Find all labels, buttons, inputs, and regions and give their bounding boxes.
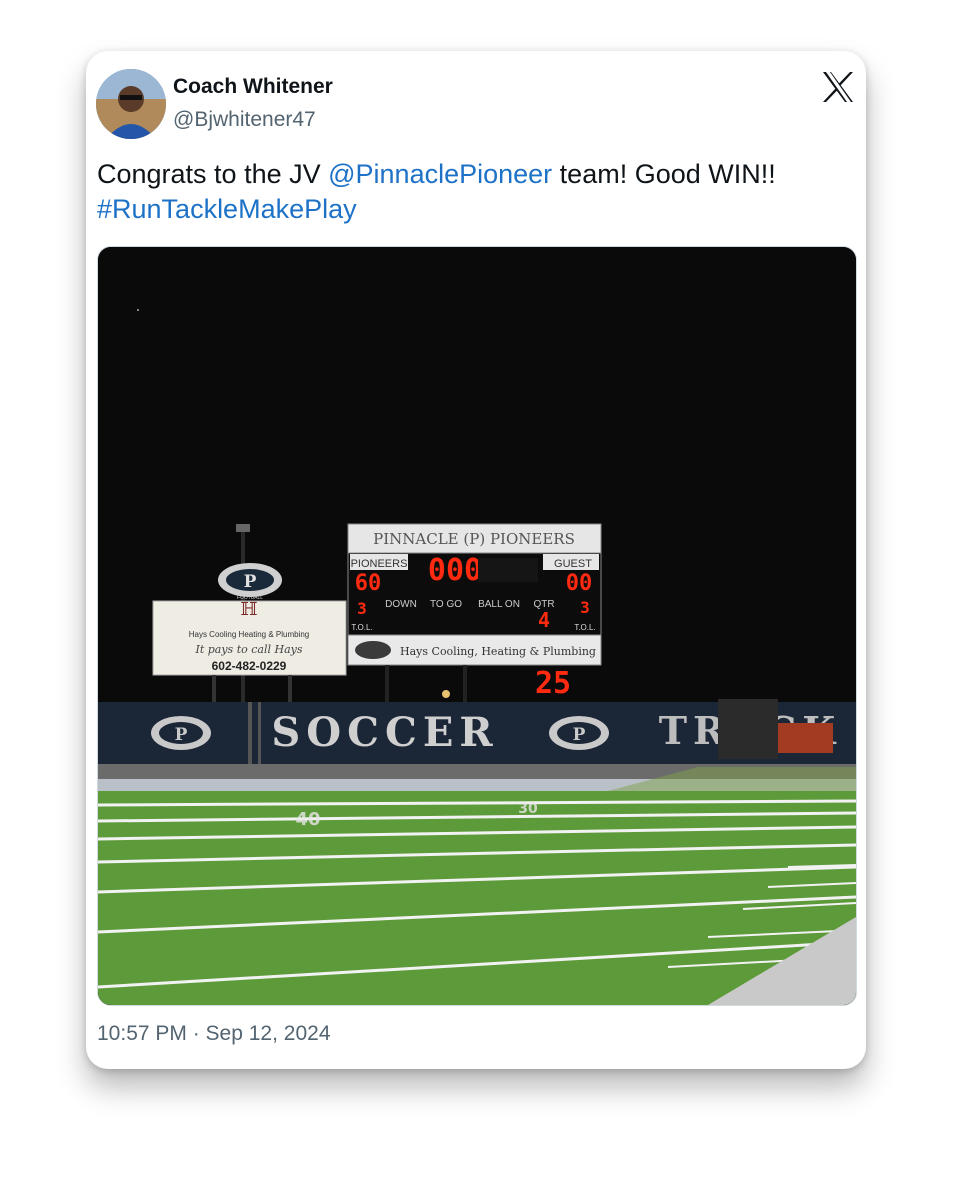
guest-score: 00 xyxy=(566,571,593,596)
wall-left-word: SOCCER xyxy=(271,709,498,756)
tweet-text: Congrats to the JV @PinnaclePioneer team… xyxy=(97,157,857,227)
sign-slogan: It pays to call Hays xyxy=(194,643,302,656)
scoreboard-sponsor: Hays Cooling, Heating & Plumbing xyxy=(400,645,596,658)
play-clock: 25 xyxy=(535,666,571,701)
down-label: DOWN xyxy=(385,599,417,610)
svg-text:40: 40 xyxy=(295,809,320,830)
sign-phone: 602-482-0229 xyxy=(212,659,287,673)
sign-company: Hays Cooling Heating & Plumbing xyxy=(189,630,310,639)
tweet-text-part: team! Good WIN!! xyxy=(552,159,776,189)
tweet-timestamp[interactable]: 10:57 PM · Sep 12, 2024 xyxy=(97,1022,331,1046)
guest-label: GUEST xyxy=(554,558,592,570)
guest-tol-label: T.O.L. xyxy=(574,623,595,632)
tweet-text-part: Congrats to the JV xyxy=(97,159,329,189)
tweet-photo[interactable]: P FOOTBALL ℍ Hays Cooling Heating & Plum… xyxy=(97,246,857,1006)
home-score: 60 xyxy=(355,571,382,596)
svg-text:ℍ: ℍ xyxy=(240,599,257,620)
x-logo-icon[interactable] xyxy=(820,69,856,105)
home-label: PIONEERS xyxy=(351,558,408,570)
mention-link[interactable]: @PinnaclePioneer xyxy=(328,159,552,189)
hashtag-link[interactable]: #RunTackleMakePlay xyxy=(97,194,357,224)
logo-letter: P xyxy=(244,572,257,592)
author-name[interactable]: Coach Whitener xyxy=(173,75,333,99)
home-tol-label: T.O.L. xyxy=(351,623,372,632)
svg-text:30: 30 xyxy=(518,801,538,817)
tweet-card: Coach Whitener @Bjwhitener47 Congrats to… xyxy=(86,51,866,1069)
avatar[interactable] xyxy=(96,69,166,139)
svg-text:P: P xyxy=(175,725,188,745)
to-go-label: TO GO xyxy=(430,599,462,610)
scoreboard-header: PINNACLE (P) PIONEERS xyxy=(373,530,575,548)
quarter: 4 xyxy=(538,608,550,632)
guest-tol: 3 xyxy=(580,598,590,617)
svg-text:P: P xyxy=(573,725,586,745)
ball-on-label: BALL ON xyxy=(478,599,520,610)
game-clock: 000 xyxy=(428,553,482,588)
author-handle[interactable]: @Bjwhitener47 xyxy=(173,108,316,132)
home-tol: 3 xyxy=(357,599,367,618)
